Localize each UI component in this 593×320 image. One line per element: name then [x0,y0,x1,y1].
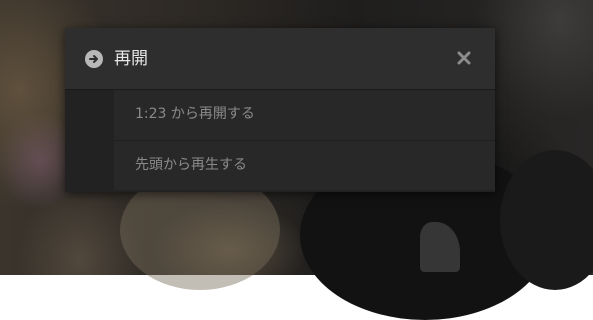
option-list: 1:23 から再開する 先頭から再生する [65,90,495,191]
option-gutter [65,90,114,191]
play-from-start-option[interactable]: 先頭から再生する [114,140,495,190]
resume-from-position-option[interactable]: 1:23 から再開する [114,90,495,140]
dialog-header: 再開 [65,28,495,90]
arrow-right-circle-icon [85,50,103,68]
close-icon[interactable] [455,49,473,67]
option-label: 先頭から再生する [135,157,247,173]
resume-dialog: 再開 1:23 から再開する 先頭から再生する [65,28,495,192]
option-label: 1:23 から再開する [135,106,255,122]
dialog-title: 再開 [114,49,148,69]
